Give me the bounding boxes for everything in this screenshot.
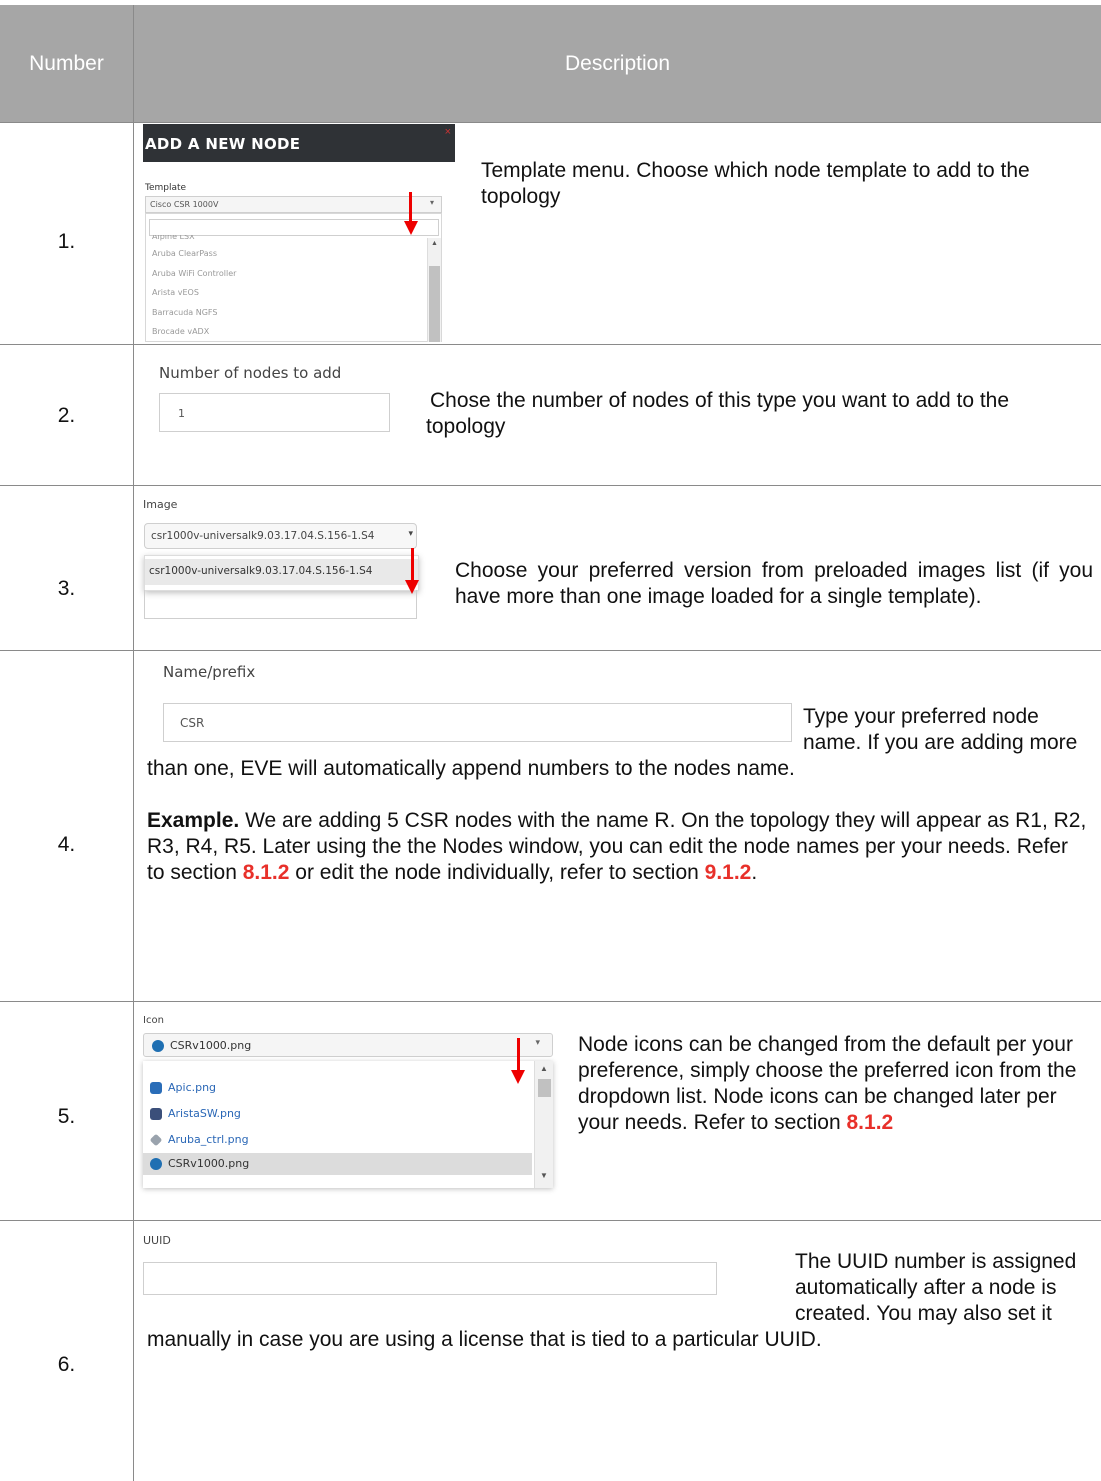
row-description: Chose the number of nodes of this type y… xyxy=(426,389,1010,438)
icon-options: Apic.png AristaSW.png Aruba_ctrl.png xyxy=(149,1075,249,1153)
row-description: Template menu. Choose which node templat… xyxy=(481,159,1030,208)
row-divider xyxy=(0,344,1101,345)
chevron-up-icon: ▲ xyxy=(540,1064,548,1073)
red-arrow-icon xyxy=(409,192,412,222)
field-outline xyxy=(144,590,417,619)
section-link[interactable]: 8.1.2 xyxy=(847,1111,894,1134)
image-selected-value: csr1000v-universalk9.03.17.04.S.156-1.S4 xyxy=(151,530,375,542)
router-icon xyxy=(150,1158,162,1170)
row-description: Choose your preferred version from prelo… xyxy=(455,559,1093,608)
uuid-label: UUID xyxy=(143,1234,171,1247)
diamond-icon xyxy=(149,1133,163,1147)
row-number: 6. xyxy=(57,1353,76,1376)
scrollbar[interactable]: ▲ ▼ xyxy=(534,1061,553,1188)
example-end: . xyxy=(751,861,758,884)
row-number: 1. xyxy=(57,230,76,253)
header-number: Number xyxy=(29,51,104,75)
dialog-title: ADD A NEW NODE xyxy=(145,135,301,153)
row-number: 4. xyxy=(57,833,76,856)
chevron-up-icon: ▲ xyxy=(431,240,438,247)
dialog-titlebar: ADD A NEW NODE × xyxy=(143,124,455,162)
row-number: 5. xyxy=(57,1105,76,1128)
header-number-cell: Number xyxy=(0,5,133,122)
image-select[interactable]: csr1000v-universalk9.03.17.04.S.156-1.S4… xyxy=(144,523,417,549)
column-divider xyxy=(133,5,134,1481)
icon-option[interactable]: Apic.png xyxy=(150,1075,249,1101)
icon-option[interactable]: AristaSW.png xyxy=(150,1101,249,1127)
template-options: Alpine LSX Aruba ClearPass Aruba WiFi Co… xyxy=(152,235,236,342)
template-option[interactable]: Barracuda NGFS xyxy=(152,303,236,323)
scrollbar-thumb[interactable] xyxy=(538,1079,551,1097)
row-description: Type your preferred node name. If you ar… xyxy=(147,704,1087,886)
chevron-down-icon: ▾ xyxy=(429,198,434,207)
row-number: 2. xyxy=(57,404,76,427)
node-count-input[interactable]: 1 xyxy=(159,393,390,432)
apic-icon xyxy=(150,1082,162,1094)
chevron-down-icon: ▾ xyxy=(408,529,413,539)
icon-option-label: CSRv1000.png xyxy=(168,1157,250,1170)
example-text: or edit the node individually, refer to … xyxy=(295,861,699,884)
close-icon[interactable]: × xyxy=(445,126,451,138)
template-dropdown-list: Alpine LSX Aruba ClearPass Aruba WiFi Co… xyxy=(145,213,442,342)
template-option[interactable]: Alpine LSX xyxy=(152,235,236,244)
icon-dropdown-list: Apic.png AristaSW.png Aruba_ctrl.png CSR… xyxy=(143,1061,553,1188)
template-selected-value: Cisco CSR 1000V xyxy=(150,200,219,209)
section-link[interactable]: 8.1.2 xyxy=(243,861,290,884)
node-count-label: Number of nodes to add xyxy=(159,364,342,382)
header-description: Description xyxy=(564,51,671,75)
row-number: 3. xyxy=(57,577,76,600)
node-count-value: 1 xyxy=(178,407,185,420)
icon-option[interactable]: Aruba_ctrl.png xyxy=(149,1127,249,1153)
image-option-selected[interactable]: csr1000v-universalk9.03.17.04.S.156-1.S4 xyxy=(145,559,418,585)
row-divider xyxy=(0,1001,1101,1002)
add-node-dialog-screenshot: ADD A NEW NODE × Template Cisco CSR 1000… xyxy=(143,124,455,342)
red-arrow-icon xyxy=(411,548,414,582)
row-divider xyxy=(0,122,1101,123)
row-description: Node icons can be changed from the defau… xyxy=(578,1032,1093,1136)
example-paragraph: Example. We are adding 5 CSR nodes with … xyxy=(147,808,1087,886)
float-spacer xyxy=(147,704,803,756)
scrollbar[interactable]: ▲ xyxy=(427,238,441,342)
template-option[interactable]: Aruba ClearPass xyxy=(152,244,236,264)
red-arrowhead-icon xyxy=(404,221,418,235)
description-text: Node icons can be changed from the defau… xyxy=(578,1033,1077,1134)
image-label: Image xyxy=(143,498,178,511)
template-select[interactable]: Cisco CSR 1000V ▾ xyxy=(145,196,442,213)
image-dropdown-list: csr1000v-universalk9.03.17.04.S.156-1.S4 xyxy=(144,555,419,591)
red-arrow-icon xyxy=(517,1038,520,1072)
template-option[interactable]: Brocade vADX xyxy=(152,322,236,342)
icon-option-selected[interactable]: CSRv1000.png xyxy=(143,1153,532,1175)
template-label: Template xyxy=(145,183,187,193)
image-option: csr1000v-universalk9.03.17.04.S.156-1.S4 xyxy=(149,565,373,577)
template-option[interactable]: Aruba WiFi Controller xyxy=(152,264,236,284)
scrollbar-thumb[interactable] xyxy=(429,266,440,342)
float-spacer xyxy=(147,1249,795,1327)
icon-selected-value: CSRv1000.png xyxy=(170,1039,252,1052)
icon-option-label: Aruba_ctrl.png xyxy=(168,1133,249,1146)
template-option[interactable]: Arista vEOS xyxy=(152,283,236,303)
row-divider xyxy=(0,1220,1101,1221)
icon-option-label: AristaSW.png xyxy=(168,1107,241,1120)
header-description-cell: Description xyxy=(134,5,1101,122)
icon-label: Icon xyxy=(143,1015,164,1026)
chevron-down-icon: ▾ xyxy=(535,1038,540,1048)
description-table: Number Description 1. ADD A NEW NODE × T… xyxy=(0,0,1101,1481)
red-arrowhead-icon xyxy=(511,1070,525,1084)
example-label: Example. xyxy=(147,809,240,832)
router-icon xyxy=(152,1040,164,1052)
row-divider xyxy=(0,650,1101,651)
red-arrowhead-icon xyxy=(405,580,419,594)
name-prefix-label: Name/prefix xyxy=(163,663,256,681)
row-description: The UUID number is assigned automaticall… xyxy=(147,1249,1087,1353)
chevron-down-icon: ▼ xyxy=(540,1171,548,1180)
template-search-input[interactable] xyxy=(149,219,439,236)
icon-select[interactable]: CSRv1000.png ▾ xyxy=(143,1033,553,1057)
row-divider xyxy=(0,485,1101,486)
icon-option-label: Apic.png xyxy=(168,1081,217,1094)
switch-icon xyxy=(150,1108,162,1120)
section-link[interactable]: 9.1.2 xyxy=(705,861,752,884)
